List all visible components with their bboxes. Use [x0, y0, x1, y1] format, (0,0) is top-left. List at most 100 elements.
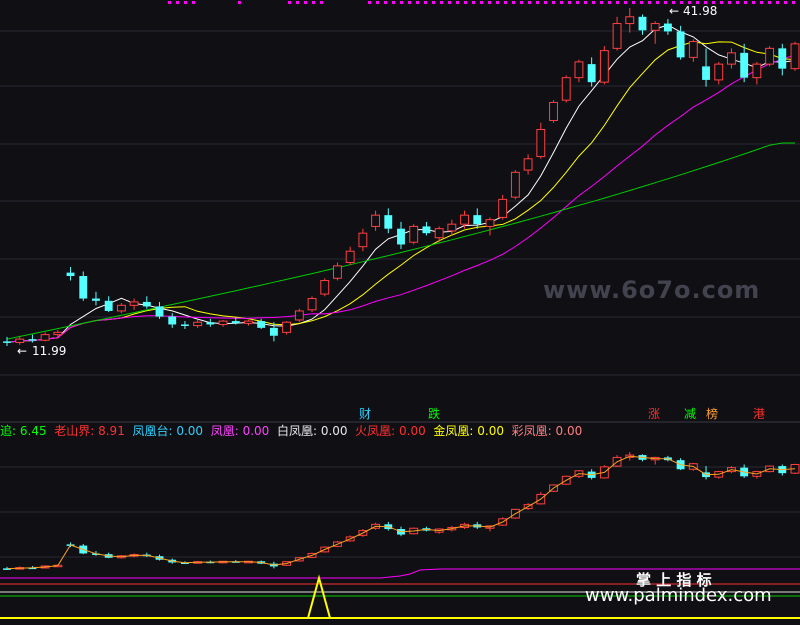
top-marker [448, 1, 451, 4]
candle-body-up [549, 101, 558, 121]
watermark-6o7o: www.6o7o.com [543, 276, 761, 304]
indicator-fenghuangtai: 凤凰台: 0.00 [132, 424, 204, 438]
top-marker [304, 1, 307, 4]
candle-body-down [397, 228, 405, 245]
top-marker [656, 1, 659, 4]
candle-body-down [740, 52, 749, 78]
top-marker [480, 1, 483, 4]
candle-body-up [714, 63, 724, 81]
candle-body-up [727, 52, 736, 65]
candle-body-up [218, 320, 228, 325]
top-marker [592, 1, 595, 4]
candle-body-up [752, 63, 762, 79]
top-marker [312, 1, 315, 4]
top-marker [600, 1, 603, 4]
candle-body-up [320, 280, 330, 295]
top-marker [384, 1, 387, 4]
candle-body-up [447, 223, 457, 232]
top-marker [464, 1, 467, 4]
candle-body-down [79, 276, 88, 299]
candle-body-down [676, 31, 685, 58]
chart-canvas[interactable]: 41.98 ← ← 11.99 [0, 0, 800, 621]
candle-body-up [688, 41, 698, 58]
top-marker [768, 1, 771, 4]
candle-body-up [15, 338, 25, 344]
indicator-fenghuang: 凤凰: 0.00 [210, 424, 270, 438]
top-marker [664, 1, 667, 4]
top-marker [296, 1, 299, 4]
top-marker [528, 1, 531, 4]
flag-jian: 减 [684, 407, 697, 421]
candle-body-down [104, 300, 113, 311]
candle-body-up [282, 321, 292, 333]
flag-gang: 港 [753, 407, 766, 421]
top-marker [488, 1, 491, 4]
top-marker [584, 1, 587, 4]
top-marker [632, 1, 635, 4]
top-marker [238, 1, 241, 4]
top-marker [288, 1, 291, 4]
top-marker [568, 1, 571, 4]
top-marker [416, 1, 419, 4]
indicator-huofenghuang: 火凤凰: 0.00 [355, 424, 426, 438]
candle-body-up [307, 298, 317, 311]
candle-body-down [663, 23, 672, 32]
top-marker [432, 1, 435, 4]
candle-body-up [371, 214, 381, 227]
flag-cai: 财 [359, 407, 372, 421]
candle-body-up [790, 43, 800, 70]
top-marker [472, 1, 475, 4]
candle-body-up [498, 198, 508, 218]
high-price-label: 41.98 [683, 4, 717, 18]
top-marker [368, 1, 371, 4]
candle-body-up [193, 321, 203, 327]
top-marker [648, 1, 651, 4]
top-marker [392, 1, 395, 4]
indicator-legend: 追: 6.45 老山界: 8.91 凤凰台: 0.00 凤凰: 0.00 白凤凰… [0, 423, 582, 439]
top-marker [320, 1, 323, 4]
top-marker [792, 1, 795, 4]
top-marker [616, 1, 619, 4]
indicator-baifenghuang: 白凤凰: 0.00 [276, 424, 348, 438]
candle-body-down [702, 66, 710, 80]
candle-body-down [269, 327, 278, 336]
candle-body-up [358, 232, 368, 248]
high-arrow: ← [669, 4, 679, 18]
top-marker [784, 1, 787, 4]
indicator-caifenghuang: 彩凤凰: 0.00 [511, 424, 583, 438]
candle-body-up [409, 225, 419, 243]
candle-body-down [180, 324, 189, 326]
candle-body-up [460, 214, 469, 225]
candle-body-up [485, 219, 495, 227]
candle-body-down [638, 16, 647, 31]
top-marker [624, 1, 627, 4]
indicator-zhui: 追: 6.45 [0, 424, 47, 438]
top-marker [608, 1, 611, 4]
candle-body-up [574, 61, 584, 79]
top-marker [512, 1, 515, 4]
candle-body-down [142, 301, 151, 307]
stock-chart[interactable]: 41.98 ← ← 11.99 www.6o7o.com 财 跌 涨 减 榜 港… [0, 0, 800, 621]
top-marker [736, 1, 739, 4]
top-marker [424, 1, 427, 4]
candle-body-down [587, 64, 596, 83]
top-marker [496, 1, 499, 4]
top-marker [744, 1, 747, 4]
top-marker [776, 1, 779, 4]
candle-body-up [765, 47, 775, 65]
candle-body-down [257, 321, 266, 328]
top-marker [552, 1, 555, 4]
flag-die: 跌 [428, 407, 441, 421]
candle-body-down [3, 341, 11, 343]
candle-body-down [231, 321, 240, 324]
candle-body-up [434, 228, 444, 239]
top-marker [408, 1, 411, 4]
candle-body-up [536, 128, 546, 158]
top-marker [376, 1, 379, 4]
candle-body-up [294, 310, 304, 321]
candle-body-down [778, 48, 787, 69]
top-marker [576, 1, 579, 4]
candle-body-up [612, 23, 622, 49]
candle-body-down [384, 215, 393, 229]
candle-body-down [28, 339, 37, 341]
